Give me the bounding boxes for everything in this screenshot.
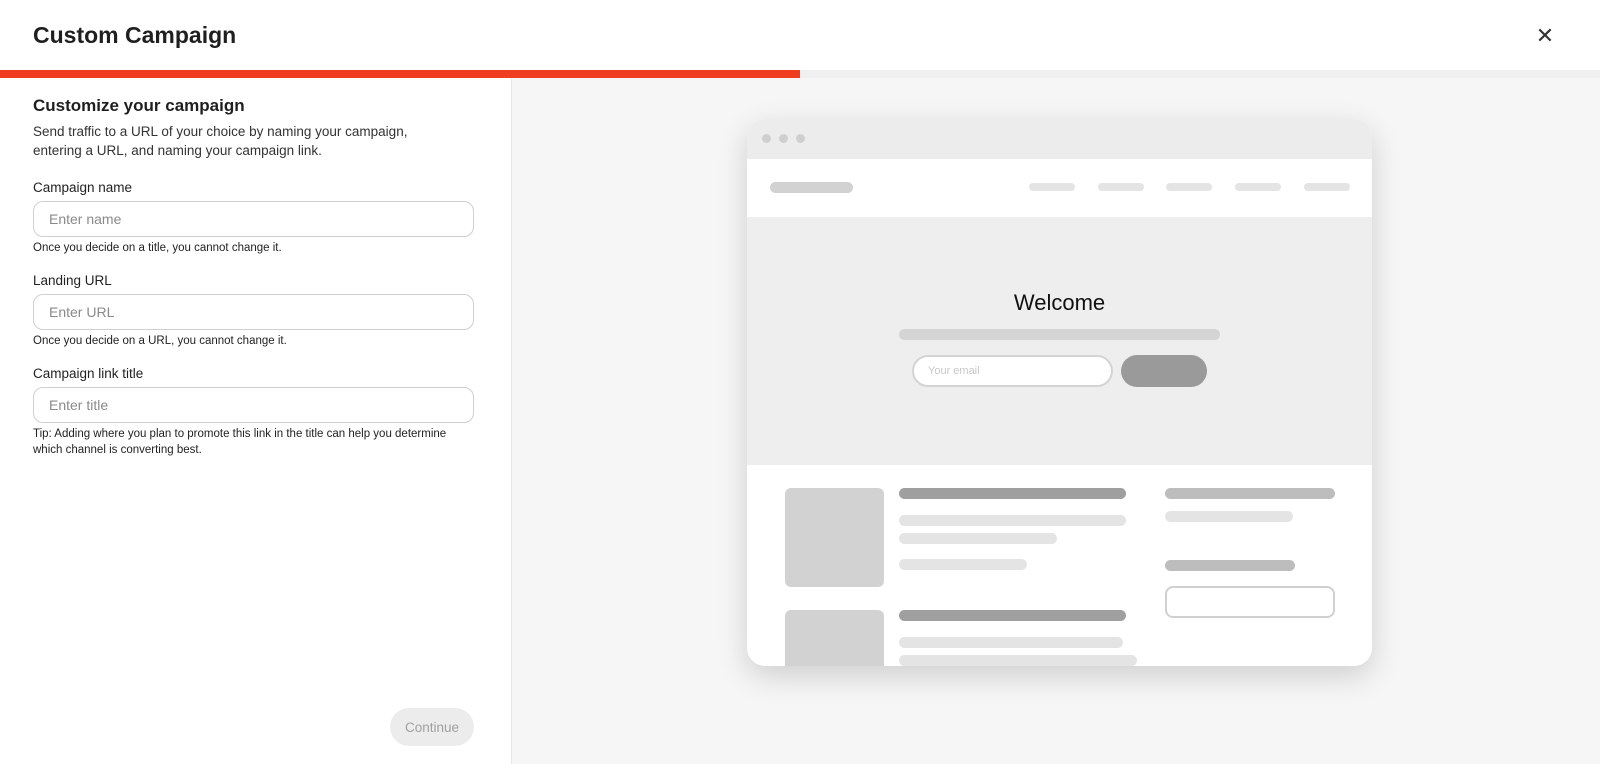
window-dot [779,134,788,143]
text-placeholder [899,637,1123,648]
sidebar-heading-placeholder [1165,560,1295,571]
hero-submit-button [1121,355,1207,387]
text-placeholder [899,533,1057,544]
close-icon[interactable]: ✕ [1532,23,1558,49]
heading-placeholder [899,610,1126,621]
preview-panel: Welcome Your email [512,78,1600,764]
modal-header: Custom Campaign ✕ [0,0,1600,70]
nav-link-placeholder [1166,183,1212,191]
window-dot [762,134,771,143]
nav-link-placeholder [1235,183,1281,191]
landing-page-preview: Welcome Your email [747,119,1372,666]
image-placeholder [785,488,884,587]
hero-subtitle-placeholder [899,329,1220,340]
campaign-name-input[interactable] [33,201,474,237]
campaign-link-title-input[interactable] [33,387,474,423]
logo-placeholder [770,182,853,193]
image-placeholder [785,610,884,666]
form-heading: Customize your campaign [33,96,245,115]
nav-link-placeholder [1098,183,1144,191]
landing-url-input[interactable] [33,294,474,330]
sidebar-text-placeholder [1165,511,1293,522]
browser-chrome [747,119,1372,159]
hero-email-input: Your email [912,355,1113,387]
hero-title: Welcome [1013,290,1106,315]
nav-link-placeholder [1304,183,1350,191]
campaign-name-label: Campaign name [33,180,133,195]
landing-url-help: Once you decide on a URL, you cannot cha… [33,335,287,347]
campaign-link-title-help: Tip: Adding where you plan to promote th… [33,428,447,456]
sidebar-heading-placeholder [1165,488,1335,499]
progress-fill [0,70,800,78]
form-panel: Customize your campaign Send traffic to … [0,78,512,764]
sidebar-input-placeholder [1165,586,1335,618]
text-placeholder [899,559,1027,570]
campaign-link-title-label: Campaign link title [33,366,144,381]
continue-button[interactable]: Continue [390,708,474,746]
hero-section: Welcome Your email [747,217,1372,465]
modal-title: Custom Campaign [33,22,237,48]
text-placeholder [899,655,1137,666]
progress-bar [0,70,1600,78]
campaign-name-help: Once you decide on a title, you cannot c… [33,242,282,254]
form-description: Send traffic to a URL of your choice by … [33,124,408,158]
heading-placeholder [899,488,1126,499]
window-dot [796,134,805,143]
landing-url-label: Landing URL [33,273,112,288]
nav-link-placeholder [1029,183,1075,191]
text-placeholder [899,515,1126,526]
